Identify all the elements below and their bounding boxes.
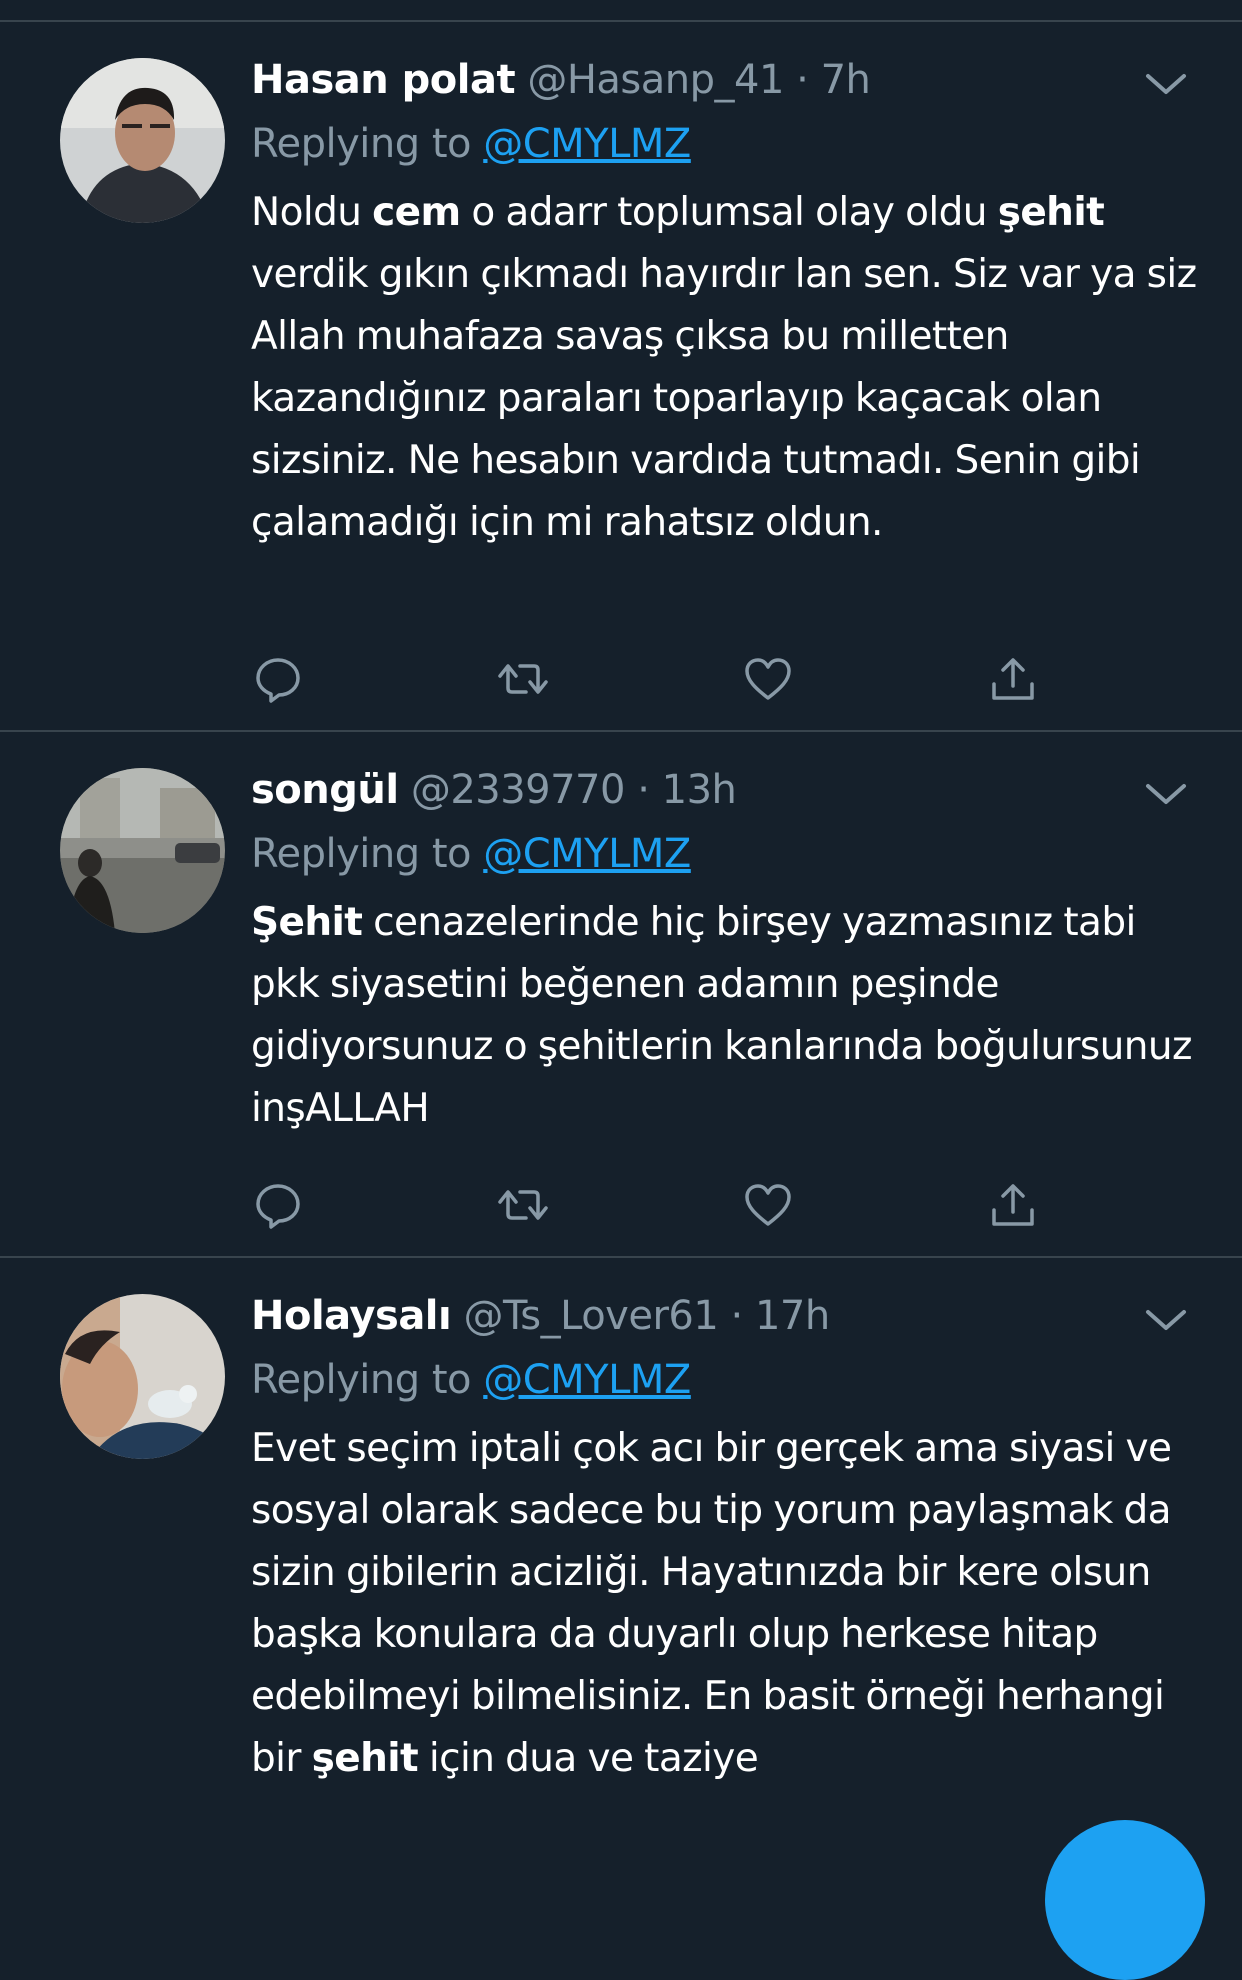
share-icon[interactable] <box>986 1178 1040 1232</box>
display-name[interactable]: Hasan polat <box>251 57 516 103</box>
tweet-header: Hasan polat @Hasanp_41 · 7h <box>251 50 1202 110</box>
reply-icon[interactable] <box>251 1178 305 1232</box>
tweet-text: Şehit cenazelerinde hiç birşey yazmasını… <box>251 892 1202 1140</box>
tweet[interactable]: Hasan polat @Hasanp_41 · 7h Replying to … <box>0 22 1242 732</box>
text-segment: verdik gıkın çıkmadı hayırdır lan sen. S… <box>251 252 1197 545</box>
separator-dot: · <box>637 767 650 813</box>
chevron-down-icon[interactable] <box>1142 66 1190 102</box>
separator-dot: · <box>796 57 809 103</box>
like-icon[interactable] <box>741 652 795 706</box>
replying-label: Replying to <box>251 121 472 167</box>
tweet[interactable]: Holaysalı @Ts_Lover61 · 17h Replying to … <box>0 1258 1242 1872</box>
like-icon[interactable] <box>741 1178 795 1232</box>
retweet-icon[interactable] <box>496 652 550 706</box>
replying-label: Replying to <box>251 831 472 877</box>
tweet[interactable]: songül @2339770 · 13h Replying to @CMYLM… <box>0 732 1242 1258</box>
text-bold-segment: Şehit <box>251 900 363 945</box>
replying-handle-link[interactable]: @CMYLMZ <box>483 121 691 167</box>
user-handle[interactable]: @Ts_Lover61 <box>463 1293 718 1339</box>
reply-icon[interactable] <box>251 652 305 706</box>
chevron-down-icon[interactable] <box>1142 1302 1190 1338</box>
avatar[interactable] <box>60 1294 225 1459</box>
replying-handle-link[interactable]: @CMYLMZ <box>483 1357 691 1403</box>
replying-to: Replying to @CMYLMZ <box>251 1346 1202 1414</box>
replying-to: Replying to @CMYLMZ <box>251 110 1202 178</box>
tweet-header: songül @2339770 · 13h <box>251 760 1202 820</box>
replying-handle-link[interactable]: @CMYLMZ <box>483 831 691 877</box>
tweet-text: Evet seçim iptali çok acı bir gerçek ama… <box>251 1418 1202 1790</box>
text-segment: için dua ve taziye <box>418 1736 759 1781</box>
avatar[interactable] <box>60 58 225 223</box>
display-name[interactable]: songül <box>251 767 399 813</box>
tweet-header: Holaysalı @Ts_Lover61 · 17h <box>251 1286 1202 1346</box>
timestamp[interactable]: 17h <box>755 1293 830 1339</box>
text-segment: Noldu <box>251 190 373 235</box>
user-handle[interactable]: @Hasanp_41 <box>527 57 784 103</box>
replying-to: Replying to @CMYLMZ <box>251 820 1202 888</box>
display-name[interactable]: Holaysalı <box>251 1293 452 1339</box>
avatar[interactable] <box>60 768 225 933</box>
timestamp[interactable]: 13h <box>662 767 737 813</box>
separator-dot: · <box>730 1293 744 1339</box>
text-bold-segment: şehit <box>311 1736 419 1781</box>
text-bold-segment: şehit <box>997 190 1105 235</box>
text-bold-segment: cem <box>372 190 461 235</box>
tweet-actions <box>251 1178 1051 1234</box>
text-segment: cenazelerinde hiç birşey yazmasınız tabi… <box>251 900 1192 1131</box>
share-icon[interactable] <box>986 652 1040 706</box>
text-segment: Evet seçim iptali çok acı bir gerçek ama… <box>251 1426 1172 1781</box>
timestamp[interactable]: 7h <box>821 57 871 103</box>
user-handle[interactable]: @2339770 <box>411 767 626 813</box>
replying-label: Replying to <box>251 1357 472 1403</box>
tweet-actions <box>251 652 1051 708</box>
tweet-text: Noldu cem o adarr toplumsal olay oldu şe… <box>251 182 1202 554</box>
retweet-icon[interactable] <box>496 1178 550 1232</box>
chevron-down-icon[interactable] <box>1142 776 1190 812</box>
compose-fab-button[interactable] <box>1045 1820 1205 1980</box>
text-segment: o adarr toplumsal olay oldu <box>460 190 998 235</box>
